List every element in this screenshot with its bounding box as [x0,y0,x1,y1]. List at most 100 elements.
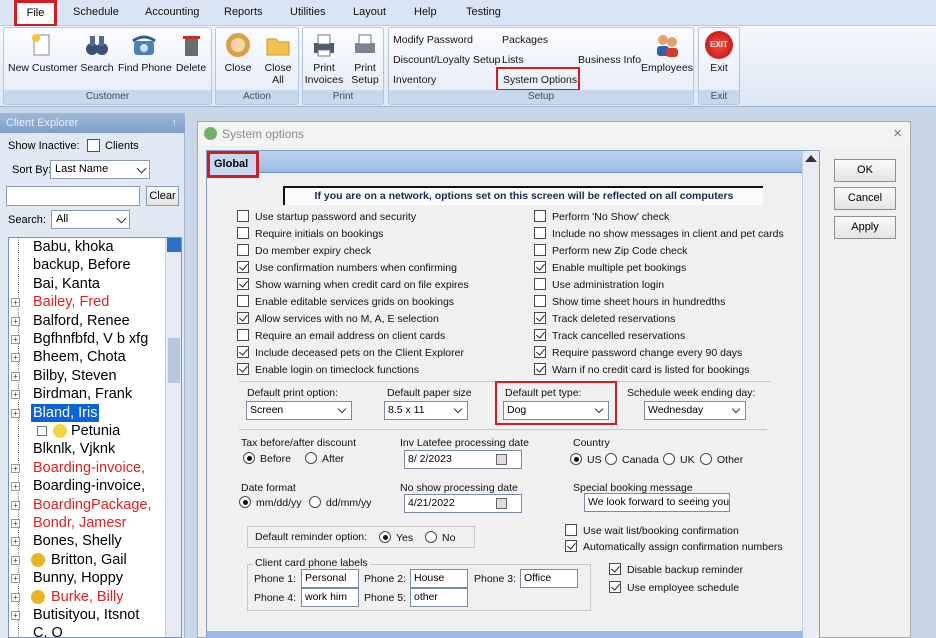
menu-layout[interactable]: Layout [353,6,386,18]
expand-icon[interactable]: + [11,537,20,547]
expand-icon[interactable]: + [11,500,20,510]
employees-button[interactable]: Employees [641,31,693,74]
close-icon[interactable]: × [893,122,902,146]
right-option-checkbox[interactable]: Show time sheet hours in hundredths [534,295,725,308]
tax-after-radio[interactable]: After [305,452,344,465]
expand-icon[interactable]: + [11,592,20,602]
menu-utilities[interactable]: Utilities [290,6,325,18]
right-option-checkbox[interactable]: Enable multiple pet bookings [534,261,686,274]
expand-icon[interactable]: + [11,482,20,492]
expand-icon[interactable]: + [11,463,20,473]
right-option-checkbox[interactable]: Perform new Zip Code check [534,244,687,257]
inv-latefee-date-picker[interactable]: 8/ 2/2023 [404,450,522,469]
search-input[interactable] [6,186,140,206]
business-info-link[interactable]: Business Info [578,54,641,66]
left-option-checkbox[interactable]: Use startup password and security [237,210,416,223]
right-option-checkbox[interactable]: Warn if no credit card is listed for boo… [534,363,749,376]
print-invoices-button[interactable]: Print Invoices [303,31,345,86]
menu-file[interactable]: File [14,0,57,27]
disable-backup-checkbox[interactable]: Disable backup reminder [609,563,743,576]
right-option-checkbox[interactable]: Track deleted reservations [534,312,675,325]
lists-link[interactable]: Lists [502,54,524,66]
calendar-icon[interactable] [496,454,507,465]
phone1-input[interactable]: Personal [301,569,359,588]
tree-scrollbar[interactable] [165,238,181,637]
packages-link[interactable]: Packages [502,34,548,46]
discount-setup-link[interactable]: Discount/Loyalty Setup [393,54,500,66]
right-option-checkbox[interactable]: Require password change every 90 days [534,346,742,359]
left-option-checkbox[interactable]: Allow services with no M, A, E selection [237,312,439,325]
ok-button[interactable]: OK [834,159,896,182]
apply-button[interactable]: Apply [834,216,896,239]
delete-button[interactable]: Delete [174,31,208,74]
close-all-button[interactable]: Close All [260,31,296,86]
right-option-checkbox[interactable]: Perform 'No Show' check [534,210,669,223]
tax-before-radio[interactable]: Before [243,452,291,465]
country-canada-radio[interactable]: Canada [605,453,659,466]
menu-reports[interactable]: Reports [224,6,263,18]
global-tab[interactable]: Global [207,151,259,178]
use-wait-list-checkbox[interactable]: Use wait list/booking confirmation [565,524,739,537]
left-option-checkbox[interactable]: Do member expiry check [237,244,371,257]
phone4-input[interactable]: work him [301,588,359,607]
no-show-date-picker[interactable]: 4/21/2022 [404,494,522,513]
pet-checkbox[interactable] [37,426,47,436]
expand-icon[interactable]: + [11,353,20,363]
default-pet-type-select[interactable]: Dog [503,401,609,420]
expand-icon[interactable]: + [11,335,20,344]
expand-icon[interactable]: + [11,611,20,620]
scroll-up-icon[interactable] [805,155,817,162]
pin-icon[interactable]: ↑ [172,113,178,133]
search-filter-select[interactable]: All [51,210,130,229]
modify-password-link[interactable]: Modify Password [393,34,473,46]
phone3-input[interactable]: Office [520,569,578,588]
expand-icon[interactable]: + [11,519,20,528]
expand-icon[interactable]: + [11,316,20,326]
left-option-checkbox[interactable]: Use confirmation numbers when confirming [237,261,457,274]
reminder-no-radio[interactable]: No [425,531,455,544]
expand-icon[interactable]: + [11,574,20,584]
country-us-radio[interactable]: US [570,453,602,466]
expand-icon[interactable]: + [11,298,20,308]
date-mdy-radio[interactable]: mm/dd/yy [239,496,302,509]
right-option-checkbox[interactable]: Use administration login [534,278,664,291]
inventory-link[interactable]: Inventory [393,74,436,86]
default-print-option-select[interactable]: Screen [246,401,352,420]
left-option-checkbox[interactable]: Enable editable services grids on bookin… [237,295,454,308]
search-button[interactable]: Search [78,31,116,74]
menu-schedule[interactable]: Schedule [73,6,119,18]
auto-confirm-checkbox[interactable]: Automatically assign confirmation number… [565,540,783,553]
expand-icon[interactable]: + [11,390,20,400]
country-other-radio[interactable]: Other [700,453,743,466]
exit-button[interactable]: EXIT Exit [701,31,737,74]
expand-icon[interactable]: + [11,555,20,565]
country-uk-radio[interactable]: UK [663,453,695,466]
find-phone-button[interactable]: Find Phone [118,31,172,74]
week-ending-select[interactable]: Wednesday [644,401,746,420]
panel-scrollbar[interactable] [802,151,819,638]
new-customer-button[interactable]: New Customer [8,31,77,74]
expand-icon[interactable]: + [11,371,20,381]
left-option-checkbox[interactable]: Include deceased pets on the Client Expl… [237,346,464,359]
menu-accounting[interactable]: Accounting [145,6,199,18]
menu-testing[interactable]: Testing [466,6,501,18]
calendar-icon[interactable] [496,498,507,509]
menu-help[interactable]: Help [414,6,437,18]
right-option-checkbox[interactable]: Track cancelled reservations [534,329,685,342]
right-option-checkbox[interactable]: Include no show messages in client and p… [534,227,784,240]
clear-button[interactable]: Clear [146,186,179,206]
phone5-input[interactable]: other [410,588,468,607]
print-setup-button[interactable]: Print Setup [347,31,383,86]
left-option-checkbox[interactable]: Show warning when credit card on file ex… [237,278,469,291]
use-employee-schedule-checkbox[interactable]: Use employee schedule [609,581,739,594]
sort-by-select[interactable]: Last Name [50,160,150,179]
reminder-yes-radio[interactable]: Yes [379,531,413,544]
default-paper-size-select[interactable]: 8.5 x 11 [384,401,468,420]
left-option-checkbox[interactable]: Enable login on timeclock functions [237,363,419,376]
left-option-checkbox[interactable]: Require initials on bookings [237,227,383,240]
clients-checkbox[interactable] [87,139,100,152]
close-button[interactable]: Close [220,31,256,74]
expand-icon[interactable]: + [11,408,20,418]
left-option-checkbox[interactable]: Require an email address on client cards [237,329,445,342]
special-message-input[interactable]: We look forward to seeing you! [584,493,730,512]
